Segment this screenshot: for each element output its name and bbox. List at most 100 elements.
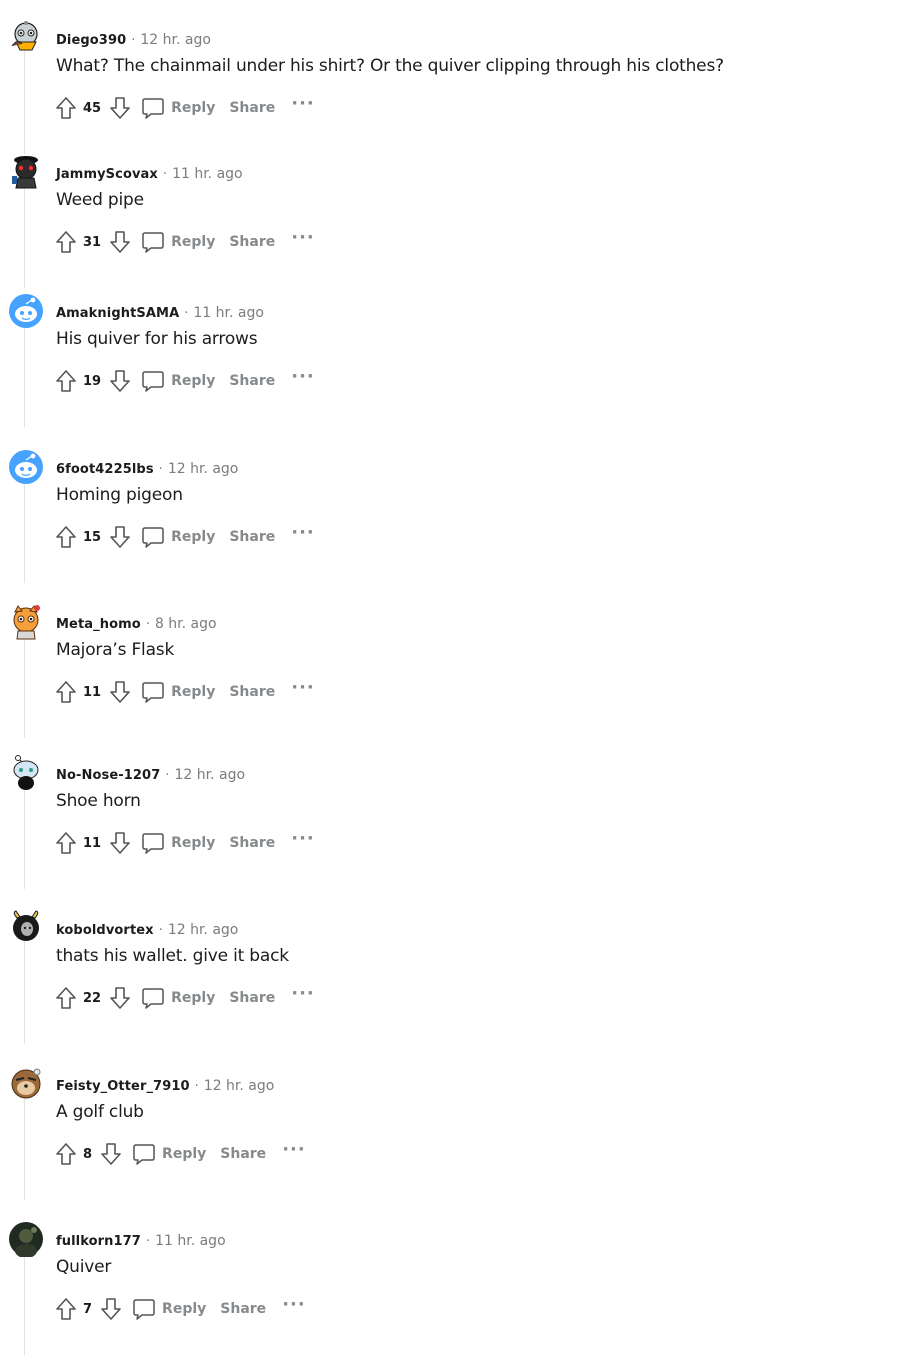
timestamp[interactable]: 12 hr. ago	[168, 461, 239, 477]
username[interactable]: JammyScovax	[56, 167, 158, 182]
more-options-button[interactable]: ···	[291, 679, 315, 697]
upvote-button[interactable]	[53, 984, 79, 1012]
downvote-button[interactable]	[107, 984, 133, 1012]
username[interactable]: 6foot4225lbs	[56, 462, 154, 477]
thread-line[interactable]	[24, 46, 25, 154]
upvote-button[interactable]	[53, 1295, 79, 1323]
thread-line[interactable]	[24, 475, 25, 583]
more-options-button[interactable]: ···	[291, 368, 315, 386]
timestamp[interactable]: 12 hr. ago	[175, 767, 246, 783]
thread-line[interactable]	[24, 936, 25, 1044]
upvote-button[interactable]	[53, 523, 79, 551]
share-button[interactable]: Share	[220, 1301, 266, 1317]
share-button[interactable]: Share	[229, 835, 275, 851]
more-options-button[interactable]: ···	[291, 524, 315, 542]
username[interactable]: Feisty_Otter_7910	[56, 1079, 190, 1094]
avatar[interactable]	[8, 293, 44, 329]
downvote-button[interactable]	[107, 367, 133, 395]
comment: No-Nose-1207 · 12 hr. ago Shoe horn 11 R…	[0, 745, 900, 895]
thread-line[interactable]	[24, 319, 25, 427]
timestamp[interactable]: 12 hr. ago	[140, 32, 211, 48]
comment-text: Majora’s Flask	[56, 640, 175, 660]
timestamp[interactable]: 12 hr. ago	[204, 1078, 275, 1094]
more-options-button[interactable]: ···	[291, 985, 315, 1003]
reply-button[interactable]: Reply	[141, 986, 215, 1010]
reply-button[interactable]: Reply	[141, 96, 215, 120]
username[interactable]: No-Nose-1207	[56, 768, 160, 783]
upvote-button[interactable]	[53, 829, 79, 857]
downvote-button[interactable]	[107, 228, 133, 256]
username[interactable]: AmaknightSAMA	[56, 306, 179, 321]
upvote-button[interactable]	[53, 678, 79, 706]
reply-button[interactable]: Reply	[132, 1142, 206, 1166]
username[interactable]: fullkorn177	[56, 1234, 141, 1249]
avatar[interactable]	[8, 755, 44, 791]
reply-button[interactable]: Reply	[141, 230, 215, 254]
thread-line[interactable]	[24, 781, 25, 889]
downvote-arrow-icon	[110, 832, 130, 854]
username[interactable]: Meta_homo	[56, 617, 141, 632]
speech-bubble-icon	[142, 988, 164, 1009]
upvote-button[interactable]	[53, 1140, 79, 1168]
share-button[interactable]: Share	[229, 234, 275, 250]
timestamp[interactable]: 11 hr. ago	[155, 1233, 226, 1249]
username[interactable]: koboldvortex	[56, 923, 154, 938]
upvote-button[interactable]	[53, 94, 79, 122]
timestamp[interactable]: 12 hr. ago	[168, 922, 239, 938]
downvote-button[interactable]	[107, 94, 133, 122]
share-button[interactable]: Share	[229, 373, 275, 389]
avatar-photo-icon	[9, 1222, 43, 1257]
more-options-button[interactable]: ···	[291, 229, 315, 247]
timestamp[interactable]: 11 hr. ago	[172, 166, 243, 182]
downvote-button[interactable]	[98, 1140, 124, 1168]
more-options-button[interactable]: ···	[282, 1296, 306, 1314]
reply-button[interactable]: Reply	[132, 1297, 206, 1321]
more-options-button[interactable]: ···	[291, 95, 315, 113]
share-button[interactable]: Share	[229, 990, 275, 1006]
share-button[interactable]: Share	[229, 100, 275, 116]
meta-separator: ·	[145, 1233, 151, 1249]
avatar[interactable]	[8, 604, 44, 640]
avatar-snoo-dark-icon	[12, 156, 38, 189]
more-options-button[interactable]: ···	[282, 1141, 306, 1159]
upvote-button[interactable]	[53, 367, 79, 395]
downvote-button[interactable]	[107, 829, 133, 857]
avatar[interactable]	[8, 1221, 44, 1257]
thread-line[interactable]	[24, 1247, 25, 1355]
username[interactable]: Diego390	[56, 33, 126, 48]
reply-button[interactable]: Reply	[141, 369, 215, 393]
vote-score: 11	[83, 684, 102, 700]
avatar[interactable]	[8, 154, 44, 190]
reply-button[interactable]: Reply	[141, 831, 215, 855]
upvote-button[interactable]	[53, 228, 79, 256]
avatar-snoo-alien-icon	[13, 755, 39, 790]
upvote-arrow-icon	[56, 1143, 76, 1165]
timestamp[interactable]: 11 hr. ago	[193, 305, 264, 321]
comment: Diego390 · 12 hr. ago What? The chainmai…	[0, 10, 900, 160]
avatar[interactable]	[8, 449, 44, 485]
share-button[interactable]: Share	[229, 684, 275, 700]
downvote-button[interactable]	[107, 678, 133, 706]
avatar-snoo-fox-icon	[13, 605, 40, 640]
avatar[interactable]	[8, 910, 44, 946]
avatar[interactable]	[8, 20, 44, 56]
more-options-button[interactable]: ···	[291, 830, 315, 848]
meta-separator: ·	[158, 461, 163, 477]
thread-line[interactable]	[24, 180, 25, 288]
reply-label: Reply	[162, 1301, 207, 1317]
share-button[interactable]: Share	[229, 529, 275, 545]
reply-button[interactable]: Reply	[141, 680, 215, 704]
reply-button[interactable]: Reply	[141, 525, 215, 549]
reply-label: Reply	[171, 990, 216, 1006]
vote-score: 19	[83, 373, 102, 389]
timestamp[interactable]: 8 hr. ago	[155, 616, 217, 632]
downvote-button[interactable]	[107, 523, 133, 551]
downvote-button[interactable]	[98, 1295, 124, 1323]
thread-line[interactable]	[24, 1092, 25, 1200]
downvote-arrow-icon	[110, 231, 130, 253]
comment: koboldvortex · 12 hr. ago thats his wall…	[0, 900, 900, 1050]
avatar[interactable]	[8, 1066, 44, 1102]
thread-line[interactable]	[24, 630, 25, 738]
share-button[interactable]: Share	[220, 1146, 266, 1162]
downvote-arrow-icon	[110, 681, 130, 703]
